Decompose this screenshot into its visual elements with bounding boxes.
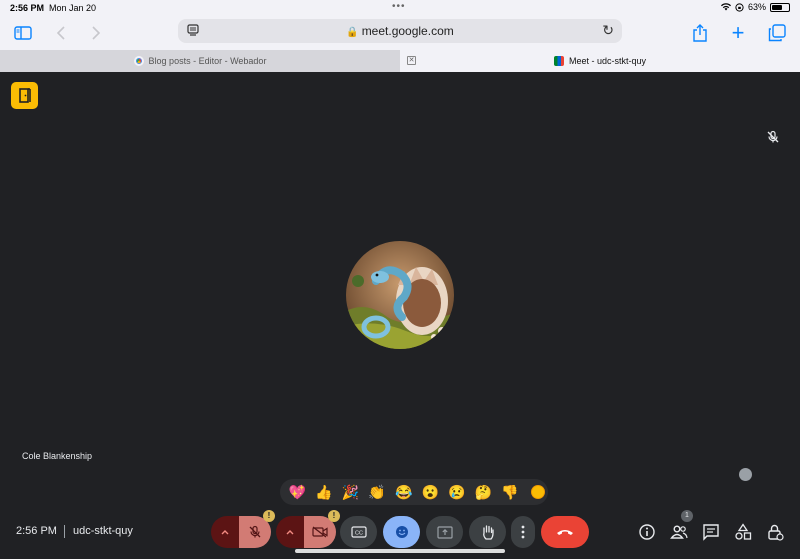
- tab-meet[interactable]: ✕ Meet - udc-stkt-quy: [400, 50, 800, 72]
- captions-button[interactable]: CC: [340, 516, 377, 548]
- reaction-surprised[interactable]: 😮: [417, 479, 444, 505]
- reaction-thumbs-up[interactable]: 👍: [311, 479, 338, 505]
- self-view-dot[interactable]: [739, 468, 752, 481]
- mic-off-icon: [249, 525, 261, 538]
- more-vert-icon: [521, 525, 525, 539]
- reload-icon[interactable]: ↻: [602, 22, 614, 39]
- chevron-up-icon: [286, 530, 294, 535]
- reaction-heart[interactable]: 💖: [284, 479, 311, 505]
- tab-label: Meet - udc-stkt-quy: [568, 56, 647, 66]
- home-indicator[interactable]: [295, 549, 505, 553]
- people-icon[interactable]: [670, 523, 688, 541]
- camera-warning-badge: !: [328, 510, 340, 522]
- chevron-up-icon: [221, 530, 229, 535]
- address-bar[interactable]: 🔒 meet.google.com ↻: [178, 19, 622, 43]
- meeting-code: udc-stkt-quy: [73, 525, 133, 537]
- mic-options-button[interactable]: [211, 516, 239, 548]
- status-time: 2:56 PM: [10, 3, 45, 13]
- captions-icon: CC: [350, 526, 367, 538]
- battery-icon: [770, 2, 790, 12]
- tab-label: Blog posts - Editor - Webador: [148, 56, 267, 66]
- raise-hand-button[interactable]: [469, 516, 506, 548]
- sidebar-icon[interactable]: [12, 22, 34, 44]
- mic-warning-badge: !: [263, 510, 275, 522]
- status-bar: 2:56 PM Mon Jan 20 ••• 63%: [0, 0, 800, 16]
- hand-icon: [482, 525, 494, 540]
- orientation-lock-icon: [735, 2, 744, 12]
- info-icon[interactable]: [638, 523, 656, 541]
- svg-text:CC: CC: [355, 531, 363, 537]
- url-text: 🔒 meet.google.com: [346, 24, 454, 38]
- multitasking-dots-icon[interactable]: •••: [392, 1, 406, 12]
- forward-icon[interactable]: [85, 22, 107, 44]
- chat-icon[interactable]: [702, 523, 720, 541]
- tabs-overview-icon[interactable]: [766, 22, 788, 44]
- back-icon[interactable]: [50, 22, 72, 44]
- participant-muted-icon: [767, 130, 779, 143]
- door-icon: [18, 88, 31, 103]
- emoji-icon: [395, 526, 408, 538]
- chrome-favicon-icon: [133, 56, 144, 66]
- meet-stage: Cole Blankenship 💖 👍 🎉 👏 😂 😮 😢 🤔 👎 2:56 …: [0, 72, 800, 559]
- present-screen-icon: [436, 525, 453, 539]
- footer-divider: [64, 525, 65, 538]
- skin-tone-selector[interactable]: [531, 485, 546, 499]
- reaction-party[interactable]: 🎉: [337, 479, 364, 505]
- reaction-thinking[interactable]: 🤔: [470, 479, 497, 505]
- meet-favicon-icon: [553, 56, 564, 66]
- reaction-sad[interactable]: 😢: [444, 479, 471, 505]
- leave-door-button[interactable]: [11, 82, 38, 109]
- share-icon[interactable]: [689, 22, 711, 44]
- camera-options-button[interactable]: [276, 516, 304, 548]
- host-controls-icon[interactable]: [766, 523, 784, 541]
- lock-icon: 🔒: [346, 27, 359, 38]
- reaction-thumbs-down[interactable]: 👎: [497, 479, 524, 505]
- reaction-bar: 💖 👍 🎉 👏 😂 😮 😢 🤔 👎: [280, 479, 548, 505]
- participant-name: Cole Blankenship: [22, 451, 93, 461]
- tab-webador[interactable]: Blog posts - Editor - Webador: [0, 50, 400, 72]
- meeting-clock: 2:56 PM: [16, 525, 57, 537]
- browser-toolbar: 🔒 meet.google.com ↻ +: [0, 16, 800, 50]
- reactions-button[interactable]: [383, 516, 420, 548]
- reaction-clap[interactable]: 👏: [364, 479, 391, 505]
- new-tab-icon[interactable]: +: [727, 20, 749, 45]
- status-right: 63%: [720, 2, 790, 12]
- participant-count-badge: 1: [681, 510, 693, 522]
- wifi-icon: [720, 3, 731, 11]
- camera-off-icon: [312, 526, 328, 538]
- mic-toggle-button[interactable]: !: [239, 510, 275, 548]
- reaction-laugh[interactable]: 😂: [390, 479, 417, 505]
- close-tab-icon[interactable]: ✕: [407, 56, 416, 65]
- present-button[interactable]: [426, 516, 463, 548]
- end-call-button[interactable]: [541, 516, 589, 548]
- camera-toggle-button[interactable]: !: [304, 510, 340, 548]
- hang-up-icon: [557, 530, 573, 535]
- status-date: Mon Jan 20: [49, 3, 97, 13]
- participant-avatar: [346, 241, 454, 349]
- battery-percent: 63%: [747, 2, 766, 12]
- more-options-button[interactable]: [511, 516, 535, 548]
- activities-icon[interactable]: [734, 523, 752, 541]
- tab-strip: Blog posts - Editor - Webador ✕ Meet - u…: [0, 50, 800, 72]
